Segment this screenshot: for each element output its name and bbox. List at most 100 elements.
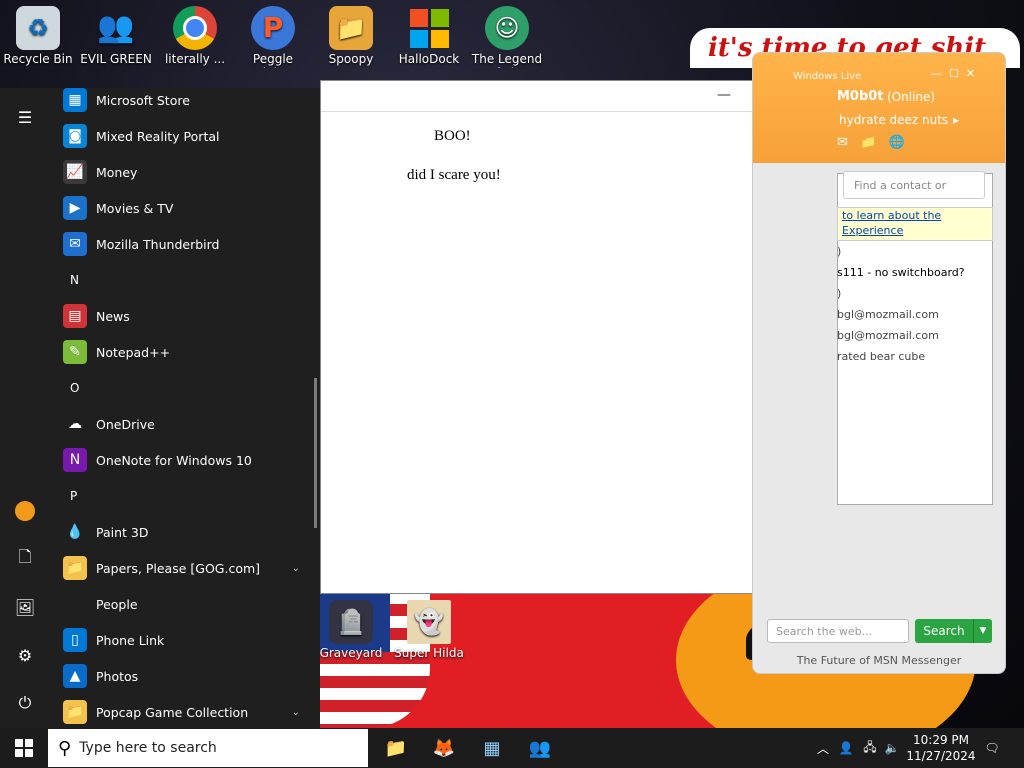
msn-username[interactable]: M0b0t (837, 89, 884, 104)
hamburger-icon: ☰ (17, 107, 33, 127)
app-group-letter[interactable]: N (50, 262, 320, 298)
contact-item[interactable]: ) (837, 241, 987, 262)
taskbar-file-explorer[interactable]: 📁 (376, 730, 416, 766)
contact-list: ) s111 - no switchboard? ) bgl@mozmail.c… (837, 241, 987, 367)
app-list-item-label: OneDrive (96, 416, 155, 432)
contact-item[interactable]: bgl@mozmail.com (837, 325, 987, 346)
document-content[interactable]: BOO! did I scare you! (321, 111, 821, 595)
app-list: ▦ Microsoft Store ◙ Mixed Reality Portal 📈 Mo… (50, 82, 320, 730)
taskbar-search-box[interactable]: ⚲ Type here to search (48, 729, 368, 767)
contact-item[interactable]: ) (837, 283, 987, 304)
start-menu: ☰ 🗋 🖼 ⚙ ⏻ ▦ Microsoft Store ◙ Mixed Reality… (0, 88, 320, 728)
app-list-item[interactable]: ▤ News (50, 298, 320, 334)
chart-icon: 📈 (63, 160, 87, 184)
settings-button[interactable]: ⚙ (8, 638, 42, 672)
film-icon: ▶ (63, 196, 87, 220)
taskbar-clock[interactable]: 10:29 PM 11/27/2024 (906, 732, 976, 764)
folder-icon[interactable]: 📁 (860, 135, 876, 150)
desktop-icon-spoopy[interactable]: 📁 Spoopy (313, 6, 389, 68)
taskbar-msn-messenger[interactable]: 👥 (520, 730, 560, 766)
desktop-icon-graveyard-party[interactable]: 🪦 Graveyard Party Scre... (313, 600, 389, 662)
search-button[interactable]: Search (915, 619, 973, 643)
msn-messenger-window[interactable]: Windows Live — ☐ ✕ M0b0t (Online) hydrat… (752, 52, 1006, 674)
notifications-button[interactable]: 🗨 (980, 728, 1004, 768)
cloud-icon: ☁ (63, 412, 87, 436)
desktop-icon-hallodock[interactable]: HalloDock (391, 6, 467, 68)
app-list-item-label: Money (96, 164, 138, 180)
minimize-icon[interactable]: — (931, 67, 942, 80)
search-dropdown-button[interactable]: ▼ (973, 619, 992, 643)
dropdown-icon[interactable]: ▸ (953, 113, 959, 127)
info-link-1[interactable]: to learn about the (842, 209, 941, 222)
chrome-icon (173, 6, 217, 50)
info-link-2[interactable]: Experience (842, 224, 903, 237)
app-group-letter[interactable]: O (50, 370, 320, 406)
globe-icon[interactable]: 🌐 (889, 135, 905, 150)
chevron-up-icon: ︿ (816, 741, 829, 756)
msn-personal-message[interactable]: hydrate deez nuts (839, 113, 948, 127)
app-group-letter[interactable]: P (50, 478, 320, 514)
app-list-item[interactable]: N OneNote for Windows 10 (50, 442, 320, 478)
taskbar-firefox[interactable]: 🦊 (424, 730, 464, 766)
document-line-1: BOO! (434, 128, 471, 144)
app-list-item[interactable]: ◙ Mixed Reality Portal (50, 118, 320, 154)
msn-info-banner[interactable]: to learn about the Experience (837, 207, 993, 241)
chevron-down-icon[interactable]: ⌄ (292, 563, 300, 574)
user-account-button[interactable] (8, 494, 42, 528)
tray-overflow-button[interactable]: ︿ (814, 728, 832, 768)
blank-icon (63, 592, 87, 616)
contact-search-input[interactable]: Find a contact or number (843, 171, 985, 220)
msn-toolbar-icons[interactable]: ✉ 📁 🌐 (837, 135, 905, 150)
minimize-icon: — (717, 87, 731, 103)
app-list-item[interactable]: 📈 Money (50, 154, 320, 190)
app-list-item[interactable]: ✉ Mozilla Thunderbird (50, 226, 320, 262)
folder-icon: 📁 (329, 6, 373, 50)
app-list-item[interactable]: ✎ Notepad++ (50, 334, 320, 370)
desktop-icon-chrome[interactable]: literally ... (157, 6, 233, 68)
contact-item[interactable]: s111 - no switchboard? (837, 262, 987, 283)
web-search-input[interactable]: Search the web... (767, 619, 909, 643)
pictures-button[interactable]: 🖼 (8, 590, 42, 624)
chevron-down-icon[interactable]: ⌄ (292, 707, 300, 718)
contact-item[interactable]: bgl@mozmail.com (837, 304, 987, 325)
app-list-item[interactable]: ▶ Movies & TV (50, 190, 320, 226)
app-list-item-label: Phone Link (96, 632, 165, 648)
app-list-item[interactable]: ☁ OneDrive (50, 406, 320, 442)
app-list-item[interactable]: 📁 Popcap Game Collection ⌄ (50, 694, 320, 730)
contact-item[interactable]: rated bear cube (837, 346, 987, 367)
tray-msn-button[interactable]: 👤 (836, 728, 856, 768)
app-list-item[interactable]: ▦ Microsoft Store (50, 82, 320, 118)
app-list-scrollbar[interactable] (314, 378, 317, 528)
desktop-icon-peggle-nights[interactable]: P Peggle Nights (235, 6, 311, 68)
taskbar-app-window[interactable]: ▦ (472, 730, 512, 766)
vr-headset-icon: ◙ (63, 124, 87, 148)
document-icon: 🗋 (18, 546, 32, 566)
msn-buddy-icon: 👤 (838, 741, 854, 755)
desktop-icon-evil-green-msn[interactable]: 👥 EVIL GREEN MSN CO... (78, 6, 154, 69)
power-button[interactable]: ⏻ (8, 686, 42, 720)
hamburger-menu-button[interactable]: ☰ (8, 100, 42, 134)
store-icon: ▦ (63, 88, 87, 112)
minimize-button[interactable]: — (701, 81, 747, 109)
app-list-item-label: Mozilla Thunderbird (96, 236, 220, 252)
maximize-icon[interactable]: ☐ (949, 67, 959, 80)
msn-status[interactable]: (Online) (887, 90, 935, 104)
tray-volume-button[interactable]: 🔈 (882, 728, 902, 768)
msn-buddy-icon: 👥 (528, 737, 552, 759)
documents-button[interactable]: 🗋 (8, 542, 42, 576)
app-list-item[interactable]: 💧 Paint 3D (50, 514, 320, 550)
app-list-item[interactable]: ▲ Photos (50, 658, 320, 694)
peggle-icon: P (251, 6, 295, 50)
close-icon[interactable]: ✕ (966, 67, 975, 80)
msn-window-controls[interactable]: — ☐ ✕ (931, 67, 975, 80)
desktop-icon-super-hilda[interactable]: 👻 Super Hilda (391, 600, 467, 662)
mail-icon[interactable]: ✉ (837, 135, 848, 150)
tray-network-button[interactable]: 🖧 (860, 728, 880, 768)
desktop-icon-recycle-bin[interactable]: ♻ Recycle Bin (0, 6, 76, 68)
msn-buddy-icon: 👥 (97, 10, 135, 45)
app-list-item[interactable]: People (50, 586, 320, 622)
desktop-icon-legend-of-tian[interactable]: ☺ The Legend of Ti... (469, 6, 545, 68)
app-list-item[interactable]: ▯ Phone Link (50, 622, 320, 658)
app-list-item[interactable]: 📁 Papers, Please [GOG.com] ⌄ (50, 550, 320, 586)
start-button[interactable] (0, 728, 48, 768)
